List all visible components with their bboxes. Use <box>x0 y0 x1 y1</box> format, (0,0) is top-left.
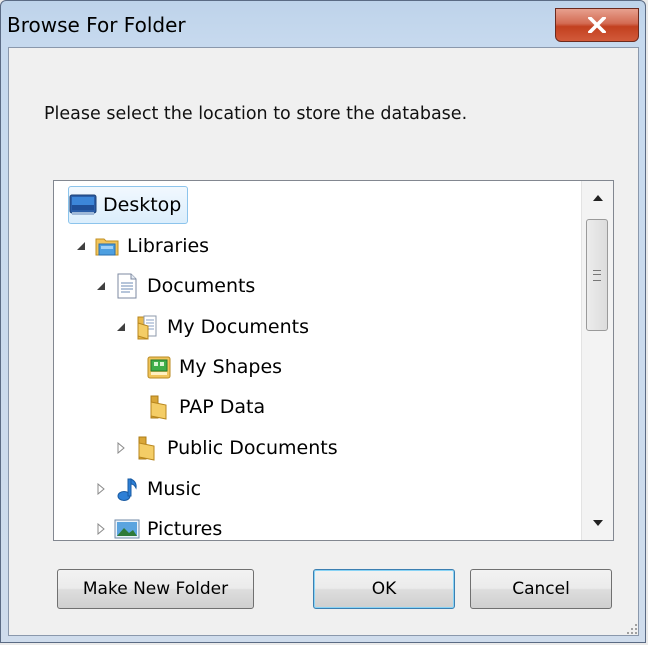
desktop-icon <box>69 191 97 219</box>
tree-item-label: Documents <box>147 275 256 297</box>
shapes-folder-icon <box>145 353 173 381</box>
tree-item-label: My Documents <box>167 316 310 338</box>
collapsed-arrow-icon[interactable] <box>93 481 109 497</box>
tree-item-libraries[interactable]: Libraries <box>73 227 209 265</box>
grip-icon <box>593 269 601 281</box>
tree-item-label: My Shapes <box>179 356 283 378</box>
folder-tree[interactable]: Desktop Libraries Documents My Documents… <box>53 180 614 541</box>
collapsed-arrow-icon[interactable] <box>113 440 129 456</box>
scroll-down-icon <box>592 520 603 526</box>
expanded-arrow-icon[interactable] <box>113 319 129 335</box>
scroll-up-icon <box>592 195 603 201</box>
tree-item-documents[interactable]: Documents <box>93 267 255 305</box>
folder-icon <box>133 434 161 462</box>
folder-documents-icon <box>133 313 161 341</box>
tree-item-label: Public Documents <box>167 437 338 459</box>
cancel-button[interactable]: Cancel <box>470 569 612 609</box>
close-button[interactable] <box>555 8 639 42</box>
tree-item-pictures[interactable]: Pictures <box>93 510 223 540</box>
tree-item-label: Libraries <box>127 235 210 257</box>
vertical-scrollbar[interactable] <box>581 181 613 540</box>
tree-item-public-documents[interactable]: Public Documents <box>113 429 338 467</box>
pictures-icon <box>113 515 141 540</box>
tree-item-label: Music <box>147 478 202 500</box>
libraries-icon <box>93 232 121 260</box>
tree-item-pap-data[interactable]: PAP Data <box>145 388 265 426</box>
expanded-arrow-icon[interactable] <box>93 278 109 294</box>
expanded-arrow-icon[interactable] <box>73 238 89 254</box>
dialog-title: Browse For Folder <box>7 13 186 37</box>
documents-icon <box>113 272 141 300</box>
make-new-folder-button[interactable]: Make New Folder <box>57 569 254 609</box>
title-bar[interactable]: Browse For Folder <box>1 1 645 47</box>
tree-item-music[interactable]: Music <box>93 470 201 508</box>
close-icon <box>588 17 606 33</box>
tree-item-my-shapes[interactable]: My Shapes <box>145 348 282 386</box>
resize-grip-icon[interactable] <box>624 621 638 635</box>
tree-item-desktop[interactable]: Desktop <box>68 186 189 224</box>
instruction-text: Please select the location to store the … <box>44 104 468 124</box>
scroll-down-button[interactable] <box>582 506 613 540</box>
tree-item-label: PAP Data <box>179 396 266 418</box>
tree-item-my-documents[interactable]: My Documents <box>113 308 309 346</box>
folder-icon <box>145 393 173 421</box>
ok-button[interactable]: OK <box>313 569 455 609</box>
collapsed-arrow-icon[interactable] <box>93 521 109 537</box>
music-icon <box>113 475 141 503</box>
scrollbar-thumb[interactable] <box>586 219 608 331</box>
tree-item-label: Desktop <box>103 194 182 216</box>
scroll-up-button[interactable] <box>582 181 613 215</box>
tree-item-label: Pictures <box>147 518 223 540</box>
